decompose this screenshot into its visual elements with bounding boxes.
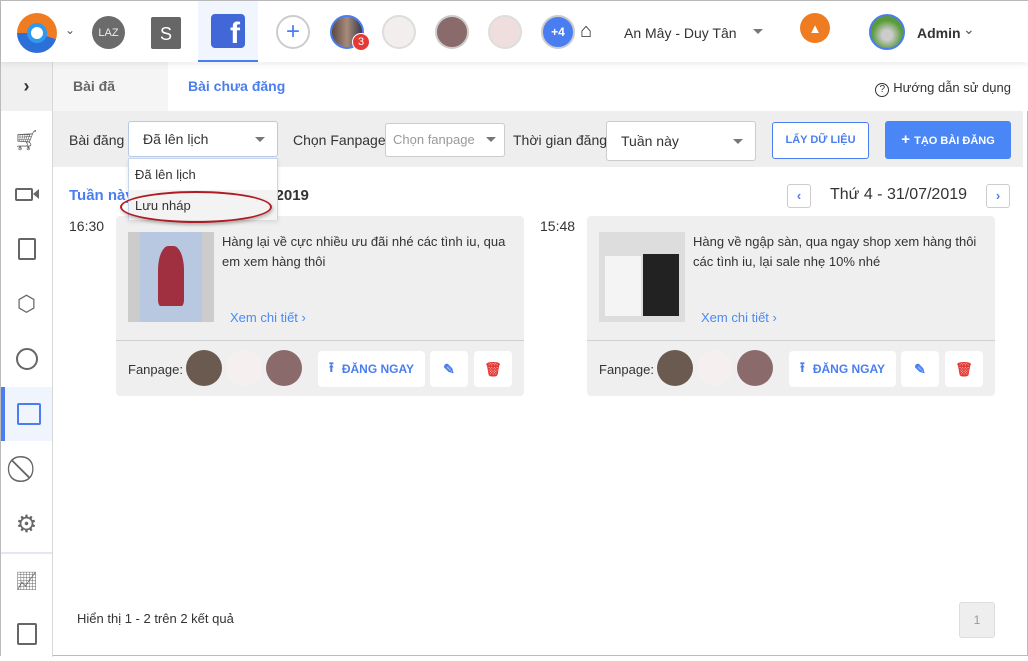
view-detail-link[interactable]: Xem chi tiết › — [701, 310, 777, 325]
fanpage-avatar — [226, 350, 262, 386]
schedule-report-icon[interactable] — [1, 607, 52, 661]
video-icon[interactable] — [1, 167, 52, 221]
posts-icon[interactable] — [1, 387, 52, 441]
next-day-button[interactable]: › — [986, 184, 1010, 208]
post-text: Hàng về ngập sàn, qua ngay shop xem hàng… — [693, 234, 977, 269]
post-text: Hàng lại về cực nhiều ưu đãi nhé các tìn… — [222, 234, 506, 269]
help-label: Hướng dẫn sử dụng — [893, 80, 1011, 95]
results-summary: Hiển thị 1 - 2 trên 2 kết quả — [77, 611, 234, 626]
caret-down-icon — [486, 137, 496, 142]
post-card: Hàng về ngập sàn, qua ngay shop xem hàng… — [587, 216, 995, 396]
card-divider — [587, 340, 995, 341]
fanpage-avatar — [186, 350, 222, 386]
create-post-label: TẠO BÀI ĐĂNG — [914, 135, 995, 147]
prev-day-button[interactable]: ‹ — [787, 184, 811, 208]
gear-icon[interactable]: ⚙ — [1, 497, 52, 551]
fanpage-placeholder: Chọn fanpage — [393, 132, 475, 147]
fanpage-select[interactable]: Chọn fanpage — [385, 123, 505, 157]
more-pages-button[interactable]: +4 — [541, 15, 575, 49]
edit-button[interactable]: ✎ — [901, 351, 939, 387]
app-logo[interactable] — [17, 13, 57, 53]
user-avatar[interactable] — [869, 14, 905, 50]
fanpage-avatar[interactable] — [488, 15, 522, 49]
tab-posted[interactable]: Bài đã đăng — [53, 62, 168, 143]
card-divider — [116, 340, 524, 341]
page-button[interactable]: 1 — [959, 602, 995, 638]
fanpage-avatar — [266, 350, 302, 386]
help-icon: ? — [875, 83, 890, 97]
tab-unposted[interactable]: Bài chưa đăng — [168, 62, 305, 111]
add-page-button[interactable]: + — [276, 15, 310, 49]
document-icon[interactable] — [1, 222, 52, 276]
chevron-down-icon[interactable]: ⌄ — [963, 21, 975, 38]
time-label: Thời gian đăng — [513, 132, 608, 148]
caret-down-icon — [255, 137, 265, 142]
view-detail-link[interactable]: Xem chi tiết › — [230, 310, 306, 325]
post-now-button[interactable]: ⭱ ĐĂNG NGAY — [318, 351, 425, 387]
post-status-value: Đã lên lịch — [143, 131, 209, 147]
chevron-down-icon[interactable]: ⌄ — [65, 23, 75, 37]
notification-badge: 3 — [352, 33, 370, 51]
shopee-channel[interactable]: S — [151, 17, 181, 49]
post-status-label: Bài đăng — [69, 132, 125, 148]
post-image[interactable] — [128, 232, 214, 322]
caret-down-icon[interactable] — [753, 29, 763, 34]
create-post-button[interactable]: + TẠO BÀI ĐĂNG — [885, 121, 1011, 159]
highlight-ellipse — [120, 191, 272, 223]
facebook-icon: f — [211, 14, 245, 50]
edit-button[interactable]: ✎ — [430, 351, 468, 387]
tab-bar: Bài đã đăng Bài chưa đăng ?Hướng dẫn sử … — [53, 62, 1028, 143]
block-icon[interactable]: ⃠ — [1, 442, 52, 496]
fanpage-label: Fanpage: — [128, 362, 183, 377]
chart-icon[interactable]: 📈︎ — [1, 554, 52, 608]
fanpage-label: Fanpage: — [599, 362, 654, 377]
post-status-select[interactable]: Đã lên lịch — [128, 121, 278, 157]
cart-icon[interactable]: 🛒︎ — [1, 113, 52, 167]
fanpage-avatar — [657, 350, 693, 386]
post-time: 15:48 — [540, 218, 576, 234]
facebook-channel[interactable]: f — [198, 1, 258, 62]
trash-icon: 🗑︎ — [484, 360, 502, 377]
user-name[interactable]: Admin — [917, 25, 961, 41]
lazada-channel[interactable]: LAZ — [92, 16, 125, 49]
warning-icon[interactable]: ▲ — [800, 13, 830, 43]
post-card: Hàng lại về cực nhiều ưu đãi nhé các tìn… — [116, 216, 524, 396]
trash-icon: 🗑︎ — [955, 360, 973, 377]
fanpage-label: Chọn Fanpage — [293, 132, 386, 148]
fanpage-avatar — [737, 350, 773, 386]
fanpage-avatar[interactable] — [382, 15, 416, 49]
pencil-icon: ✎ — [443, 360, 455, 377]
sidebar: › 🛒︎ ⬡ ⃠ ⚙ 📈︎ — [1, 62, 53, 657]
box-icon[interactable]: ⬡ — [1, 277, 52, 331]
time-select[interactable]: Tuần này — [606, 121, 756, 161]
top-bar: ⌄ LAZ S f + 3 +4 ⌂ An Mây - Duy Tân ▲ Ad… — [1, 1, 1028, 62]
fanpage-avatar[interactable] — [435, 15, 469, 49]
fetch-data-button[interactable]: LẤY DỮ LIỆU — [772, 122, 869, 159]
plus-icon: + — [901, 131, 915, 148]
store-icon: ⌂ — [580, 20, 593, 42]
pencil-icon: ✎ — [914, 360, 926, 377]
delete-button[interactable]: 🗑︎ — [474, 351, 512, 387]
upload-icon: ⭱ — [799, 359, 805, 375]
post-image[interactable] — [599, 232, 685, 322]
post-now-button[interactable]: ⭱ ĐĂNG NGAY — [789, 351, 896, 387]
day-label: Thứ 4 - 31/07/2019 — [830, 186, 968, 203]
caret-down-icon — [733, 139, 743, 144]
help-link[interactable]: ? Hướng dẫn sử dụng — [875, 80, 1011, 97]
store-selector[interactable]: An Mây - Duy Tân — [624, 25, 737, 41]
delete-button[interactable]: 🗑︎ — [945, 351, 983, 387]
messenger-icon[interactable] — [1, 332, 52, 386]
upload-icon: ⭱ — [328, 359, 334, 375]
post-time: 16:30 — [69, 218, 105, 234]
dropdown-option[interactable]: Đã lên lịch — [135, 167, 196, 182]
fanpage-avatar — [697, 350, 733, 386]
expand-sidebar-button[interactable]: › — [1, 62, 52, 111]
time-value: Tuần này — [621, 133, 679, 149]
